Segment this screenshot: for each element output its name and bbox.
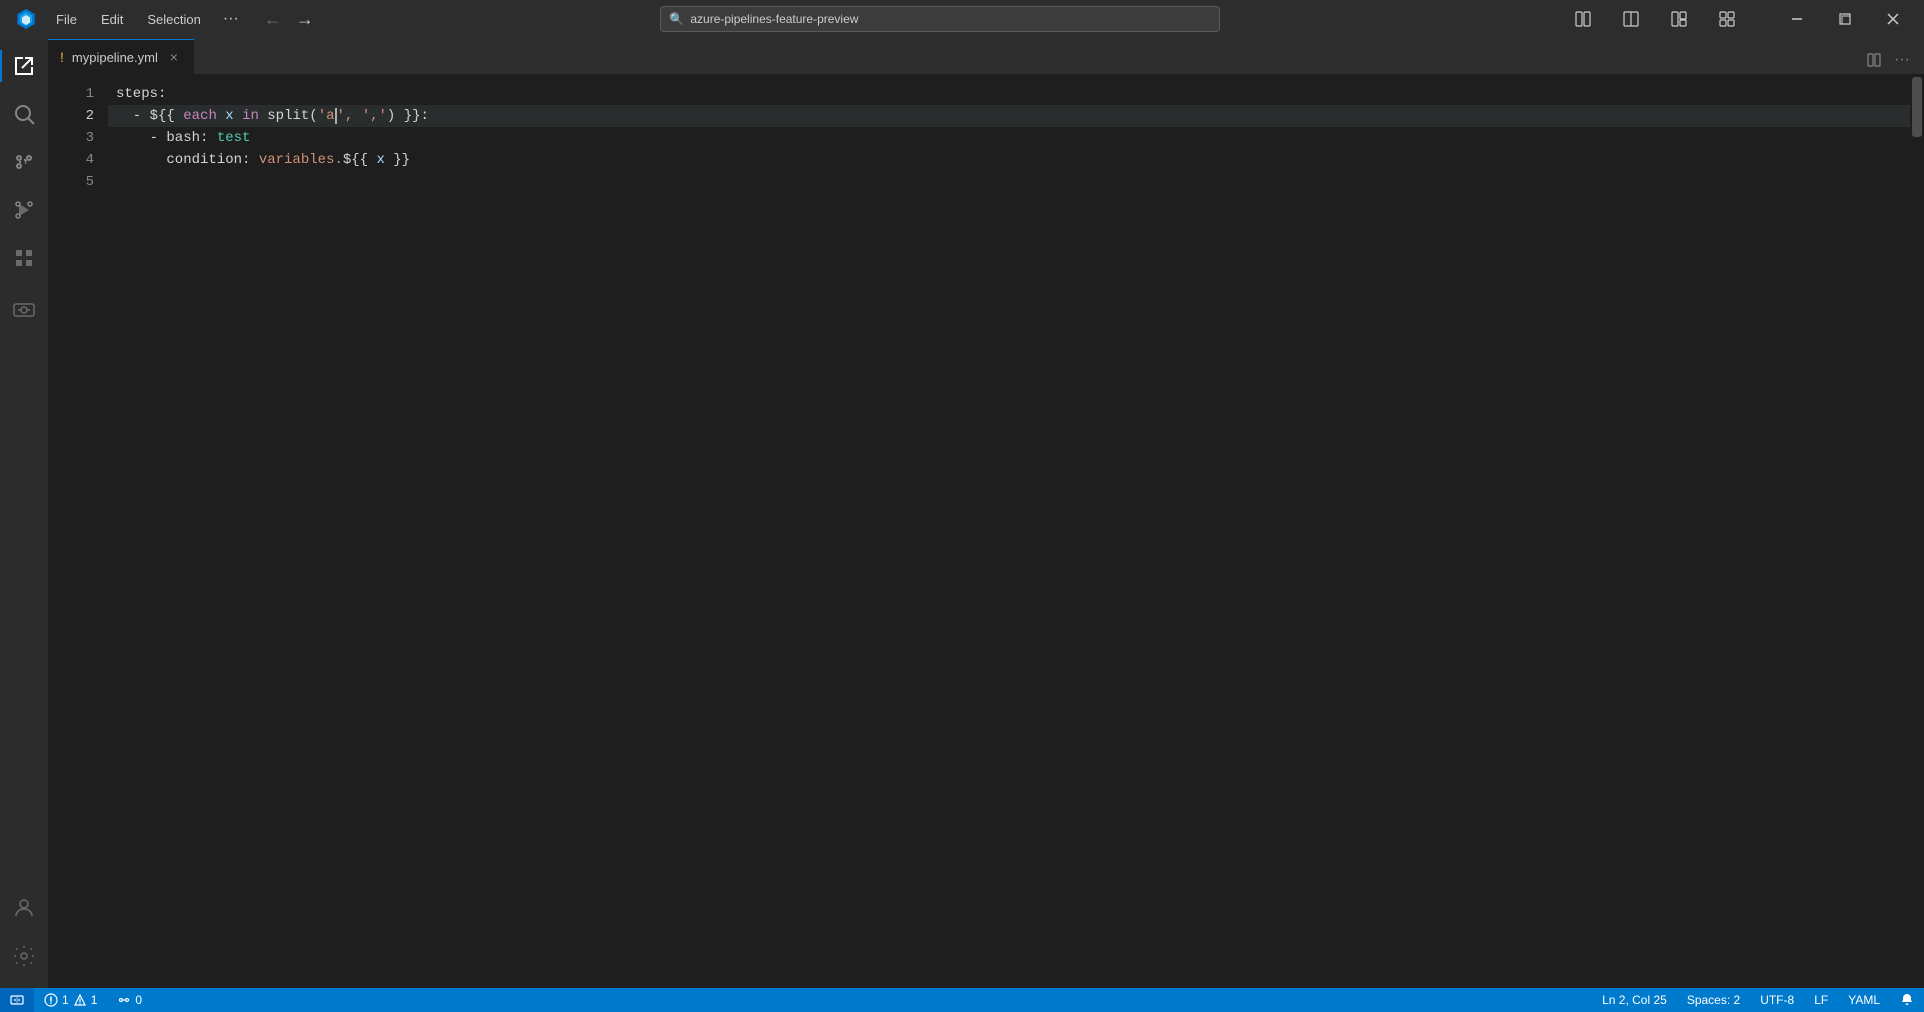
- search-text: azure-pipelines-feature-preview: [690, 12, 858, 26]
- search-icon: 🔍: [669, 12, 684, 26]
- status-right: Ln 2, Col 25 Spaces: 2 UTF-8 LF YAML: [1592, 988, 1924, 1012]
- line-number-4: 4: [48, 149, 94, 171]
- status-bar: 1 1 0 Ln 2, Col 25 Spaces: 2 UTF-8 LF YA…: [0, 988, 1924, 1012]
- close-button[interactable]: [1870, 0, 1916, 38]
- menu-more[interactable]: ···: [213, 0, 249, 38]
- remote-status-item[interactable]: [0, 988, 34, 1012]
- code-token: split(: [259, 105, 318, 127]
- settings-activity-icon[interactable]: [0, 932, 48, 980]
- explorer-icon[interactable]: [0, 42, 48, 90]
- code-token: variables.: [259, 149, 343, 171]
- tab-bar: ! mypipeline.yml × ···: [48, 38, 1924, 75]
- nav-back-button[interactable]: ←: [257, 0, 289, 38]
- activity-bar-bottom: [0, 884, 48, 988]
- code-token: x: [376, 149, 393, 171]
- line-number-5: 5: [48, 171, 94, 193]
- run-debug-activity-icon[interactable]: [0, 186, 48, 234]
- code-token: }}: [393, 149, 410, 171]
- code-editor[interactable]: steps: - ${‌{ each x in split('a', ',') …: [108, 75, 1910, 988]
- menu-selection[interactable]: Selection: [135, 0, 212, 38]
- code-token: 'a: [318, 105, 335, 127]
- line-number-3: 3: [48, 127, 94, 149]
- window-controls: [1560, 0, 1916, 38]
- code-token: steps:: [116, 83, 166, 105]
- main-area: ! mypipeline.yml × ··· 1 2 3 4: [0, 38, 1924, 988]
- notifications-status[interactable]: [1890, 988, 1924, 1012]
- language-text: YAML: [1848, 993, 1880, 1007]
- app-logo: [8, 0, 44, 38]
- warning-count: 1: [91, 993, 98, 1007]
- code-token: ', ',': [337, 105, 387, 127]
- code-token: ) }}:: [387, 105, 429, 127]
- editor-content: 1 2 3 4 5 steps: - ${‌{ each x in split(…: [48, 75, 1924, 988]
- customize-layout-button[interactable]: [1704, 0, 1750, 38]
- code-token: - ${‌{: [116, 105, 183, 127]
- search-activity-icon[interactable]: [0, 90, 48, 138]
- maximize-button[interactable]: [1822, 0, 1868, 38]
- code-line-5: [108, 171, 1910, 193]
- cursor-position-text: Ln 2, Col 25: [1602, 993, 1667, 1007]
- code-line-3: - bash: test: [108, 127, 1910, 149]
- tab-bar-actions: ···: [1860, 46, 1924, 74]
- minimize-button[interactable]: [1774, 0, 1820, 38]
- code-token: [116, 171, 124, 193]
- code-token: condition:: [116, 149, 259, 171]
- tab-filename: mypipeline.yml: [72, 50, 158, 65]
- accounts-activity-icon[interactable]: [0, 884, 48, 932]
- active-tab[interactable]: ! mypipeline.yml ×: [48, 39, 194, 74]
- cursor-position-status[interactable]: Ln 2, Col 25: [1592, 988, 1677, 1012]
- vertical-scrollbar[interactable]: [1910, 75, 1924, 988]
- remote-count: 0: [135, 993, 142, 1007]
- search-box[interactable]: 🔍 azure-pipelines-feature-preview: [660, 6, 1220, 32]
- code-token: ${‌{: [343, 149, 377, 171]
- titlebar: File Edit Selection ··· ← → 🔍 azure-pipe…: [0, 0, 1924, 38]
- split-editor-button[interactable]: [1656, 0, 1702, 38]
- language-mode-status[interactable]: YAML: [1838, 988, 1890, 1012]
- menu-file[interactable]: File: [44, 0, 89, 38]
- line-number-1: 1: [48, 83, 94, 105]
- split-editor-right-button[interactable]: [1860, 46, 1888, 74]
- errors-status-item[interactable]: 1 1: [34, 988, 107, 1012]
- editor-area: ! mypipeline.yml × ··· 1 2 3 4: [48, 38, 1924, 988]
- code-token: x: [217, 105, 242, 127]
- menu-edit[interactable]: Edit: [89, 0, 135, 38]
- tab-close-button[interactable]: ×: [166, 49, 182, 65]
- scm-icon[interactable]: [0, 138, 48, 186]
- error-count: 1: [62, 993, 69, 1007]
- editor-layout-button[interactable]: [1608, 0, 1654, 38]
- line-numbers-gutter: 1 2 3 4 5: [48, 75, 108, 988]
- line-ending-status[interactable]: LF: [1804, 988, 1838, 1012]
- code-token: test: [217, 127, 251, 149]
- more-actions-button[interactable]: ···: [1888, 46, 1916, 74]
- status-left: 1 1 0: [0, 988, 152, 1012]
- remote-explorer-activity-icon[interactable]: [0, 286, 48, 334]
- code-line-2: - ${‌{ each x in split('a', ',') }}:: [108, 105, 1910, 127]
- code-token: in: [242, 105, 259, 127]
- encoding-status[interactable]: UTF-8: [1750, 988, 1804, 1012]
- line-number-2: 2: [48, 105, 94, 127]
- search-area: 🔍 azure-pipelines-feature-preview: [381, 6, 1500, 32]
- line-ending-text: LF: [1814, 993, 1828, 1007]
- menu-bar: File Edit Selection ···: [44, 0, 249, 38]
- activity-bar: [0, 38, 48, 988]
- code-token: - bash:: [116, 127, 217, 149]
- encoding-text: UTF-8: [1760, 993, 1794, 1007]
- indentation-text: Spaces: 2: [1687, 993, 1740, 1007]
- code-token: each: [183, 105, 217, 127]
- code-line-1: steps:: [108, 83, 1910, 105]
- indentation-status[interactable]: Spaces: 2: [1677, 988, 1750, 1012]
- remote-connections-status[interactable]: 0: [107, 988, 152, 1012]
- nav-forward-button[interactable]: →: [289, 0, 321, 38]
- extensions-activity-icon[interactable]: [0, 234, 48, 282]
- code-line-4: condition: variables.${‌{ x }}: [108, 149, 1910, 171]
- layout-toggle-button[interactable]: [1560, 0, 1606, 38]
- tab-modified-indicator: !: [60, 49, 64, 65]
